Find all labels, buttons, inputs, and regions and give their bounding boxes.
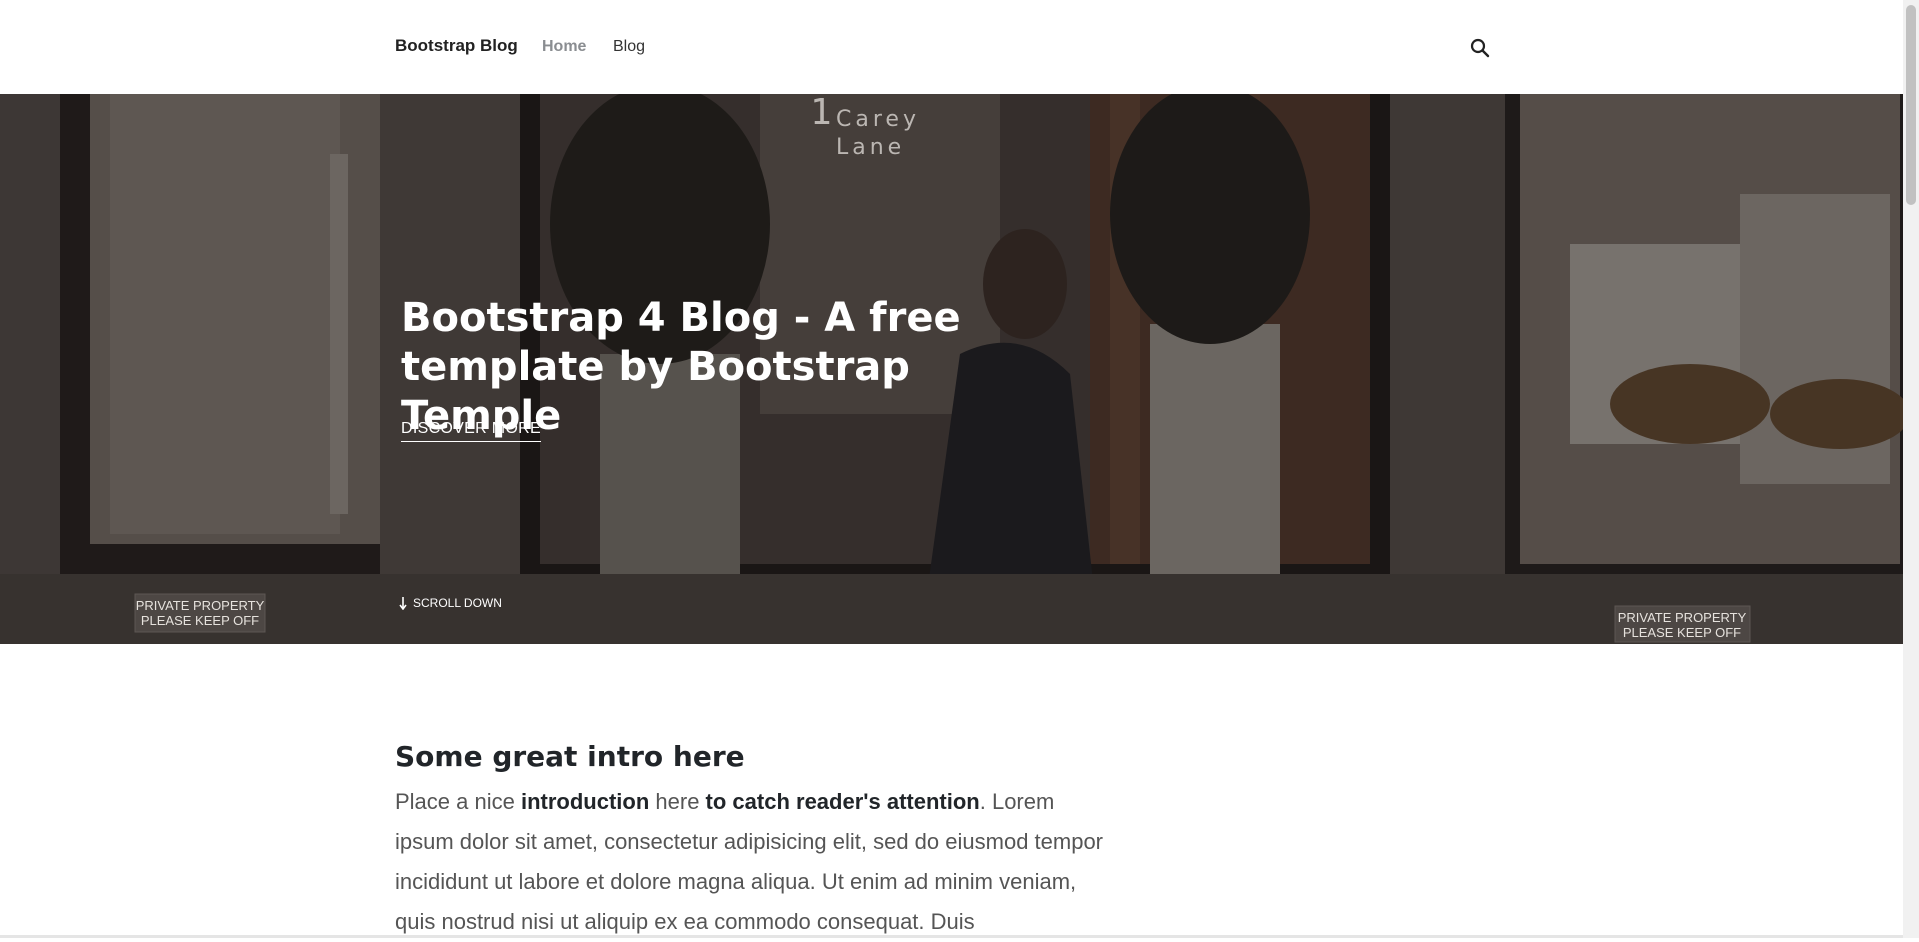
window-text-line1: Carey xyxy=(836,107,920,132)
brand-logo[interactable]: Bootstrap Blog xyxy=(395,36,518,56)
nav-link-blog[interactable]: Blog xyxy=(613,38,645,56)
page-scrollbar[interactable] xyxy=(1903,0,1919,938)
discover-more-link[interactable]: DISCOVER MORE xyxy=(401,420,541,442)
search-icon[interactable] xyxy=(1469,37,1491,59)
intro-paragraph: Place a nice introduction here to catch … xyxy=(395,789,1104,934)
hero-section: 1 Carey Lane PRIVATE PROPERTY PLEASE KEE… xyxy=(0,94,1903,644)
arrow-down-icon xyxy=(399,596,407,610)
sign-right-line1: PRIVATE PROPERTY xyxy=(1618,610,1747,625)
sign-left-line2: PLEASE KEEP OFF xyxy=(141,613,259,628)
scrollbar-thumb[interactable] xyxy=(1906,5,1916,205)
nav-link-home[interactable]: Home xyxy=(542,38,586,56)
window-text-line2: Lane xyxy=(836,135,905,160)
intro-title: Some great intro here xyxy=(395,740,745,773)
scroll-down-link[interactable]: SCROLL DOWN xyxy=(399,596,502,610)
hero-title: Bootstrap 4 Blog - A free template by Bo… xyxy=(401,295,961,439)
sign-right-line2: PLEASE KEEP OFF xyxy=(1623,625,1741,640)
sign-left-line1: PRIVATE PROPERTY xyxy=(136,598,265,613)
scroll-down-label: SCROLL DOWN xyxy=(413,596,502,610)
navbar: Bootstrap Blog Home Blog xyxy=(0,0,1903,94)
window-number: 1 xyxy=(810,94,832,133)
